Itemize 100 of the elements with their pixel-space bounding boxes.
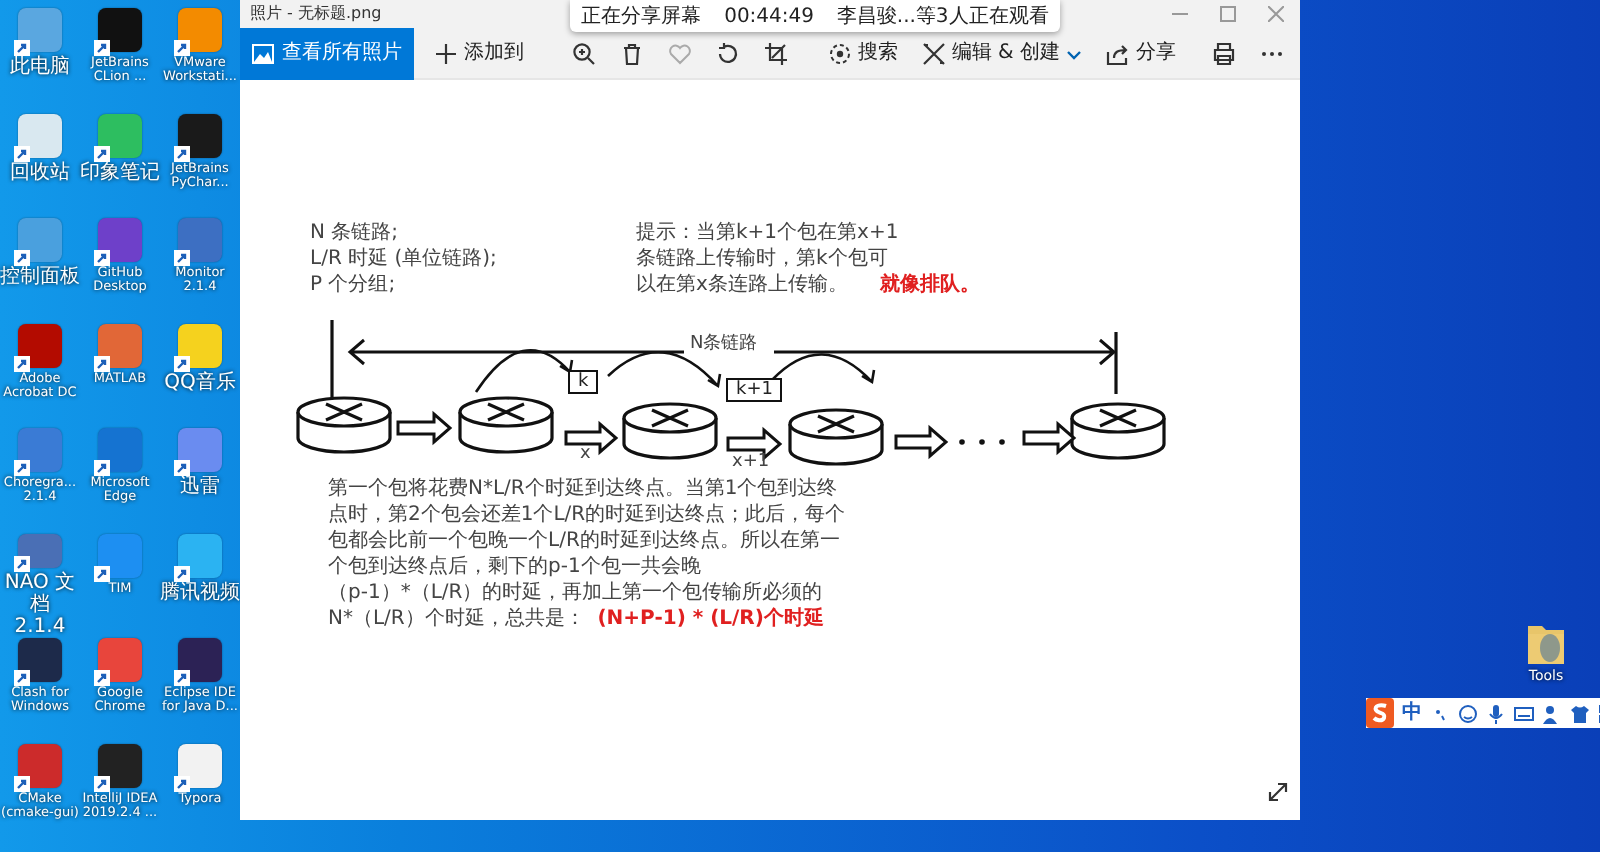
hint-line: 条链路上传输时，第k个包可 (636, 248, 888, 272)
shirt-icon[interactable] (1570, 703, 1590, 723)
shortcut-arrow-icon (94, 775, 110, 791)
icon-label: QQ音乐 (162, 371, 238, 393)
app-icon[interactable] (18, 638, 62, 682)
link-count-label: N条链路 (690, 332, 758, 356)
window-title: 照片 - 无标题.png (250, 2, 382, 26)
shortcut-arrow-icon (94, 565, 110, 581)
shortcut-arrow-icon (174, 565, 190, 581)
shortcut-arrow-icon (14, 40, 30, 56)
curved-arrow (770, 353, 876, 384)
hint-line: 提示：当第k+1个包在第x+1 (636, 222, 899, 246)
link-label: x+1 (732, 450, 770, 474)
shortcut-arrow-icon (14, 556, 30, 572)
add-to-button[interactable]: 添加到 (422, 27, 536, 79)
shortcut-arrow-icon (174, 145, 190, 161)
explanation-line: N*（L/R）个时延，总共是： (N+P-1) * (L/R)个时延 (328, 606, 824, 632)
app-icon[interactable] (98, 743, 142, 787)
app-icon[interactable] (178, 638, 222, 682)
heart-icon (667, 41, 692, 65)
shortcut-arrow-icon (94, 250, 110, 266)
viewers-text: 李昌骏...等3人正在观看 (836, 3, 1049, 31)
shortcut-arrow-icon (174, 460, 190, 476)
input-method-logo-icon[interactable] (1366, 698, 1394, 728)
explanation-line: 个包到达终点后，剩下的p-1个包一共会晚 (328, 554, 701, 580)
router-drawing (296, 396, 392, 454)
folder-icon[interactable] (1524, 620, 1568, 668)
app-icon[interactable] (98, 218, 142, 262)
crop-icon (763, 41, 788, 65)
share-timer: 00:44:49 (724, 3, 814, 31)
app-icon[interactable] (18, 743, 62, 787)
router-drawing (458, 396, 554, 454)
image-icon (252, 43, 274, 63)
plus-icon (434, 41, 458, 65)
shortcut-arrow-icon (94, 355, 110, 371)
zoom-icon (571, 41, 596, 65)
shortcut-arrow-icon (14, 145, 30, 161)
shortcut-arrow-icon (14, 775, 30, 791)
smiley-icon[interactable] (1458, 703, 1478, 723)
search-button[interactable]: 搜索 (815, 27, 910, 79)
shortcut-arrow-icon (94, 40, 110, 56)
shortcut-arrow-icon (174, 40, 190, 56)
note-text: 就像排队。 (880, 274, 980, 298)
rotate-icon (715, 41, 740, 65)
expand-icon[interactable] (1268, 782, 1288, 803)
icon-label: 迅雷 (178, 476, 222, 498)
explanation-line: 第一个包将花费N*L/R个时延到达终点。当第1个包到达终 (328, 476, 838, 502)
app-icon[interactable] (98, 8, 142, 52)
close-icon[interactable] (1268, 6, 1284, 22)
given-text: L/R 时延 (单位链路); (310, 248, 497, 272)
curved-arrow (474, 348, 574, 394)
shortcut-arrow-icon (174, 775, 190, 791)
shortcut-arrow-icon (14, 460, 30, 476)
share-button[interactable]: 分享 (1094, 27, 1188, 79)
icon-label: 腾讯视频 (160, 581, 240, 603)
share-icon (1106, 41, 1130, 65)
packet-label: k (568, 370, 599, 394)
ellipsis-dots (959, 439, 1005, 445)
keyboard-icon[interactable] (1514, 703, 1534, 723)
curved-arrow (606, 351, 722, 388)
explanation-line: 包都会比前一个包晚一个L/R的时延到达终点。所以在第一 (328, 528, 840, 554)
given-text: N 条链路; (310, 222, 399, 246)
shortcut-arrow-icon (94, 145, 110, 161)
block-arrow (564, 420, 619, 456)
shortcut-arrow-icon (174, 250, 190, 266)
block-arrow (396, 410, 453, 446)
edit-create-button[interactable]: 编辑 & 创建 (909, 27, 1094, 79)
icon-label: 控制面板 (0, 266, 80, 288)
shortcut-arrow-icon (174, 355, 190, 371)
link-label: x (580, 442, 591, 466)
trash-icon (619, 41, 644, 65)
icon-label: NAO 文档 2.1.4 (2, 572, 78, 638)
icon-label: 此电脑 (8, 56, 72, 78)
share-status: 正在分享屏幕 (581, 3, 702, 31)
caret-icon (1066, 45, 1082, 61)
packet-label: k+1 (726, 378, 783, 402)
boundary-line (330, 320, 334, 400)
microphone-icon[interactable] (1486, 703, 1506, 723)
boundary-line (1114, 332, 1118, 394)
router-drawing (1070, 402, 1166, 460)
block-arrow (1022, 420, 1077, 456)
shortcut-arrow-icon (14, 355, 30, 371)
icon-label: 回收站 (8, 161, 72, 183)
user-icon[interactable] (1542, 703, 1562, 723)
shortcut-arrow-icon (14, 670, 30, 686)
block-arrow (726, 426, 783, 462)
explanation-line: 点时，第2个包会还差1个L/R的时延到达终点；此后，每个 (328, 502, 846, 528)
app-icon[interactable] (178, 113, 222, 157)
block-arrow (894, 424, 949, 460)
explanation-line: （p-1）*（L/R）的时延，再加上第一个包传输所必须的 (328, 580, 823, 606)
shortcut-arrow-icon (14, 250, 30, 266)
app-icon[interactable] (18, 323, 62, 367)
ime-mode[interactable]: 中 (1402, 698, 1422, 728)
view-all-photos-button[interactable]: 查看所有照片 (240, 27, 414, 79)
printer-icon (1212, 41, 1236, 65)
router-drawing (622, 402, 718, 460)
shortcut-arrow-icon (174, 670, 190, 686)
hint-line: 以在第x条连路上传输。 (636, 274, 848, 298)
shortcut-arrow-icon (94, 460, 110, 476)
maximize-icon[interactable] (1220, 6, 1236, 22)
